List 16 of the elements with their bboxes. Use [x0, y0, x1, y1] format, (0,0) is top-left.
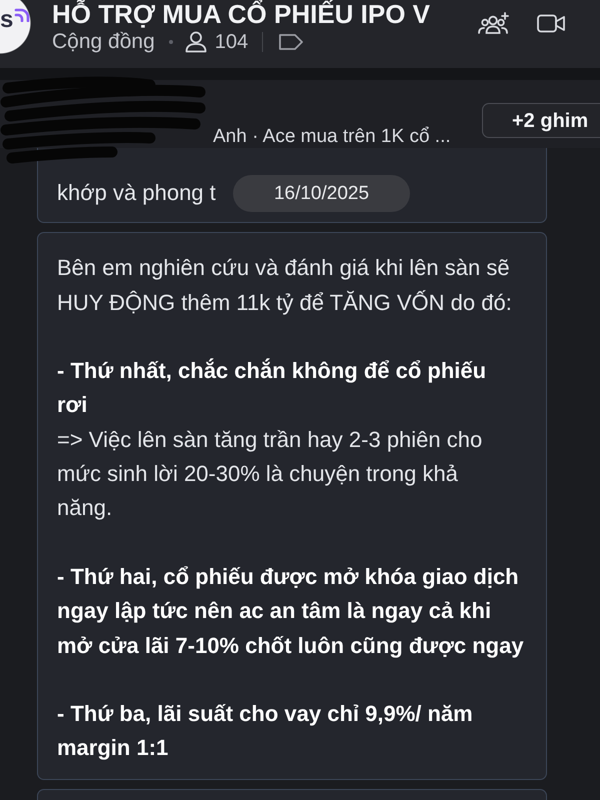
- date-label: 16/10/2025: [233, 175, 410, 212]
- pinned-message-preview[interactable]: Anh · Ace mua trên 1K cổ ...: [213, 126, 451, 147]
- message-text: khớp và phong t: [57, 179, 216, 207]
- logo-icon: [14, 8, 30, 22]
- dot-icon: [168, 40, 173, 44]
- person-icon: [184, 31, 207, 53]
- video-camera-icon[interactable]: [537, 14, 565, 32]
- more-pins-button[interactable]: +2 ghim: [482, 103, 600, 138]
- message-text: Bên em nghiên cứu và đánh giá khi lên sàn sẽ HUY ĐỘNG thêm 11k tỷ để TĂNG VỐN do đó: - Thứ nhất, chắc chắn không để cổ phiếu rơi => Việc lên sàn tăng trần hay 2-3 phiên cho mức sinh lời 20-30% là chuyện trong khả năng. - Thứ hai, cổ phiếu được mở khóa giao dịch ngay lập tức nên ac an tâm là ngay cả khi mở cửa lãi 7-10% chốt luôn cũng được ngay - Thứ ba, lãi suất cho vay chỉ 9,9%/ năm margin 1:1: [57, 254, 524, 762]
- group-title: HỖ TRỢ MUA CỔ PHIẾU IPO V: [52, 0, 430, 28]
- tag-icon[interactable]: [279, 34, 304, 50]
- member-count: 104: [214, 30, 248, 54]
- community-label: Cộng đồng: [52, 30, 155, 54]
- group-avatar[interactable]: s: [0, 0, 32, 54]
- avatar-letter: s: [0, 8, 14, 32]
- add-member-icon[interactable]: [478, 12, 510, 34]
